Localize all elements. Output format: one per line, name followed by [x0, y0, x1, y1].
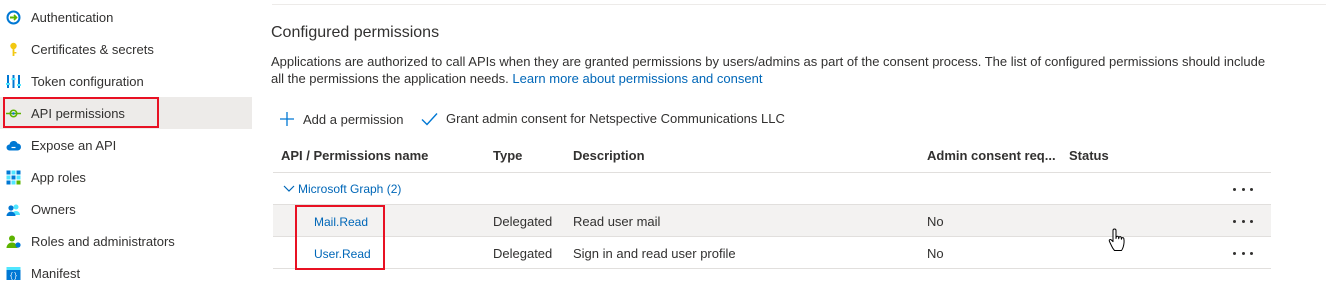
column-header-admin-consent[interactable]: Admin consent req... [927, 148, 1056, 163]
add-icon [280, 112, 294, 126]
sidebar-item-label: App roles [31, 170, 86, 185]
permission-name-link[interactable]: Mail.Read [314, 215, 368, 229]
sidebar-item-label: Token configuration [31, 74, 144, 89]
column-header-type[interactable]: Type [493, 148, 522, 163]
hand-cursor-icon [1108, 228, 1125, 251]
api-permissions-icon [6, 106, 21, 121]
group-row: Microsoft Graph (2) [273, 173, 1271, 204]
cloud-icon [6, 138, 21, 153]
learn-more-link[interactable]: Learn more about permissions and consent [512, 71, 762, 86]
token-config-icon [6, 74, 21, 89]
grant-admin-consent-label: Grant admin consent for Netspective Comm… [446, 111, 785, 126]
roles-admin-icon [6, 234, 21, 249]
sidebar-item-label: Expose an API [31, 138, 117, 153]
column-header-status[interactable]: Status [1069, 148, 1109, 163]
manifest-icon: {} [6, 266, 21, 281]
sidebar-item-app-roles[interactable]: App roles [0, 161, 252, 193]
column-header-api[interactable]: API / Permissions name [281, 148, 428, 163]
group-label: Microsoft Graph (2) [298, 182, 402, 196]
group-toggle-microsoft-graph[interactable]: Microsoft Graph (2) [283, 182, 401, 196]
sidebar-item-manifest[interactable]: {} Manifest [0, 257, 252, 289]
add-permission-button[interactable]: Add a permission [279, 111, 403, 127]
sidebar-item-owners[interactable]: Owners [0, 193, 252, 225]
main-content: Configured permissions Applications are … [252, 0, 1326, 299]
sidebar-item-label: Owners [31, 202, 76, 217]
admin-consent-required: No [927, 246, 944, 261]
sidebar-item-label: API permissions [31, 106, 125, 121]
more-options-icon[interactable] [1233, 183, 1253, 195]
sidebar-item-certificates[interactable]: Certificates & secrets [0, 33, 252, 65]
more-options-icon[interactable] [1233, 215, 1253, 227]
add-permission-label: Add a permission [303, 111, 404, 127]
description-text: Applications are authorized to call APIs… [271, 54, 1266, 86]
sidebar-item-roles-administrators[interactable]: Roles and administrators [0, 225, 252, 257]
svg-text:{}: {} [9, 273, 17, 281]
permission-description: Read user mail [573, 214, 661, 229]
column-header-description[interactable]: Description [573, 148, 645, 163]
grant-admin-consent-button[interactable]: Grant admin consent for Netspective Comm… [421, 111, 785, 126]
sidebar-item-label: Authentication [31, 10, 114, 25]
sidebar-item-label: Certificates & secrets [31, 42, 154, 57]
permission-description: Sign in and read user profile [573, 246, 736, 261]
page-title: Configured permissions [271, 24, 440, 41]
checkmark-icon [421, 112, 438, 126]
key-icon [6, 42, 21, 57]
description: Applications are authorized to call APIs… [271, 53, 1271, 87]
sidebar-item-label: Roles and administrators [31, 234, 175, 249]
admin-consent-required: No [927, 214, 944, 229]
permission-type: Delegated [493, 214, 553, 229]
sidebar-item-authentication[interactable]: Authentication [0, 1, 252, 33]
sidebar-item-token-configuration[interactable]: Token configuration [0, 65, 252, 97]
divider [273, 268, 1271, 269]
sidebar-item-api-permissions[interactable]: API permissions [0, 97, 252, 129]
divider [272, 4, 1326, 5]
permission-name-link[interactable]: User.Read [314, 247, 371, 261]
sidebar: Authentication Certificates & secrets To… [0, 0, 252, 299]
sidebar-item-expose-api[interactable]: Expose an API [0, 129, 252, 161]
chevron-down-icon [283, 185, 295, 192]
owners-icon [6, 202, 21, 217]
sidebar-item-label: Manifest [31, 266, 81, 281]
permission-type: Delegated [493, 246, 553, 261]
app-roles-icon [6, 170, 21, 185]
more-options-icon[interactable] [1233, 247, 1253, 259]
authentication-icon [6, 10, 21, 25]
